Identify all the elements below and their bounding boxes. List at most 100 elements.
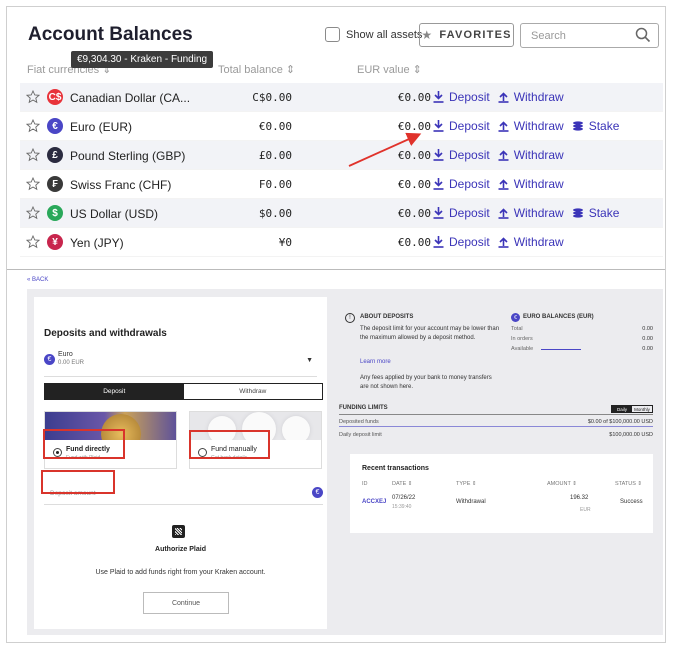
favorite-star-icon[interactable]: [26, 90, 40, 104]
euro-available-row: Available 0.00: [511, 346, 653, 352]
fund-manually-radio[interactable]: [198, 448, 207, 457]
tx-header-type[interactable]: TYPE ⇕: [456, 481, 477, 487]
deposit-link[interactable]: Deposit: [433, 206, 490, 220]
search-icon[interactable]: [635, 27, 651, 43]
euro-icon: €: [312, 487, 323, 498]
favorite-star-icon[interactable]: [26, 119, 40, 133]
daily-toggle[interactable]: Daily: [612, 406, 632, 412]
upload-icon: [498, 207, 514, 219]
row-actions: Deposit Withdraw: [433, 148, 564, 162]
withdraw-link[interactable]: Withdraw: [498, 235, 564, 249]
euro-balances-title: EURO BALANCES (EUR): [523, 314, 594, 320]
deposit-link[interactable]: Deposit: [433, 119, 490, 133]
withdraw-label: Withdraw: [513, 119, 564, 133]
download-icon: [433, 236, 449, 248]
tx-header-status[interactable]: STATUS ⇕: [615, 481, 642, 487]
fund-directly-illustration: [45, 412, 176, 454]
recent-transactions-title: Recent transactions: [362, 465, 429, 472]
stake-link[interactable]: Stake: [572, 206, 619, 220]
euro-total-label: Total: [511, 326, 523, 332]
deposited-funds-row: Deposited funds $0.00 of $100,000.00 USD: [339, 419, 653, 425]
favorite-star-icon[interactable]: [26, 206, 40, 220]
fund-manually-label: Fund manually: [211, 446, 257, 453]
favorite-star-icon[interactable]: [26, 235, 40, 249]
withdraw-link[interactable]: Withdraw: [498, 90, 564, 104]
withdraw-link[interactable]: Withdraw: [498, 148, 564, 162]
fund-directly-radio[interactable]: [53, 448, 62, 457]
favorites-button[interactable]: ★ FAVORITES: [419, 23, 514, 47]
withdraw-link[interactable]: Withdraw: [498, 119, 564, 133]
deposit-link[interactable]: Deposit: [433, 90, 490, 104]
upload-icon: [498, 178, 514, 190]
fund-manually-illustration: [190, 412, 321, 446]
row-actions: Deposit Withdraw Stake: [433, 206, 619, 220]
tx-header-date[interactable]: DATE ⇕: [392, 481, 412, 487]
total-balance: $0.00: [258, 207, 292, 220]
back-link[interactable]: « BACK: [27, 277, 48, 283]
deposit-link[interactable]: Deposit: [433, 148, 490, 162]
euro-orders-label: In orders: [511, 336, 533, 342]
chevron-down-icon: ▼: [306, 357, 313, 364]
tx-currency: EUR: [580, 507, 591, 513]
table-row: ¥ Yen (JPY) ¥0 €0.00 Deposit Withdraw: [20, 228, 663, 257]
show-all-assets-toggle[interactable]: Show all assets: [325, 27, 422, 42]
favorite-star-icon[interactable]: [26, 148, 40, 162]
currency-name[interactable]: Euro (EUR): [70, 120, 132, 134]
eur-value: €0.00: [397, 178, 431, 191]
currency-name[interactable]: Yen (JPY): [70, 236, 124, 250]
column-header-eur[interactable]: EUR value ⇕: [357, 63, 422, 76]
total-balance: €0.00: [258, 120, 292, 133]
currency-name[interactable]: Swiss Franc (CHF): [70, 178, 171, 192]
currency-icon: ¥: [47, 234, 63, 250]
currency-name: Euro: [58, 351, 73, 358]
tx-header-amount[interactable]: AMOUNT ⇕: [547, 481, 577, 487]
stake-link[interactable]: Stake: [572, 119, 619, 133]
tx-header-id[interactable]: ID: [362, 481, 368, 487]
total-balance: ¥0: [278, 236, 292, 249]
fund-manually-option[interactable]: Fund manually Get bank details: [189, 411, 322, 469]
deposit-link[interactable]: Deposit: [433, 235, 490, 249]
table-row: C$ Canadian Dollar (CA... C$0.00 €0.00 D…: [20, 83, 663, 112]
favorite-star-icon[interactable]: [26, 177, 40, 191]
fund-directly-option[interactable]: Fund directly Fund with Plaid: [44, 411, 177, 469]
row-actions: Deposit Withdraw: [433, 90, 564, 104]
recent-transactions-card: Recent transactions ID DATE ⇕ TYPE ⇕ AMO…: [350, 454, 653, 533]
tab-withdraw[interactable]: Withdraw: [183, 384, 322, 399]
currency-name[interactable]: Pound Sterling (GBP): [70, 149, 185, 163]
currency-name[interactable]: Canadian Dollar (CA...: [70, 91, 190, 105]
table-row: € Euro (EUR) €0.00 €0.00 Deposit Withdra…: [20, 112, 663, 141]
withdraw-label: Withdraw: [513, 90, 564, 104]
deposited-funds-label: Deposited funds: [339, 419, 379, 425]
show-all-checkbox[interactable]: [325, 27, 340, 42]
withdraw-link[interactable]: Withdraw: [498, 177, 564, 191]
divider: [339, 414, 653, 415]
account-balances-panel: Account Balances Show all assets ★ FAVOR…: [7, 7, 665, 275]
coins-icon: [572, 120, 589, 132]
column-header-total[interactable]: Total balance ⇕: [218, 63, 295, 76]
balances-table: C$ Canadian Dollar (CA... C$0.00 €0.00 D…: [20, 83, 663, 257]
upload-icon: [498, 120, 514, 132]
fund-directly-body: Fund directly Fund with Plaid: [45, 440, 176, 468]
search-input[interactable]: Search: [520, 23, 659, 48]
currency-select[interactable]: € Euro 0.00 EUR ▼: [44, 350, 317, 377]
currency-icon: C$: [47, 89, 63, 105]
currency-icon: $: [47, 205, 63, 221]
deposit-link[interactable]: Deposit: [433, 177, 490, 191]
learn-more-link[interactable]: Learn more: [360, 359, 391, 365]
deposit-amount-input[interactable]: Deposit amount €: [44, 483, 323, 505]
total-balance: £0.00: [258, 149, 292, 162]
withdraw-link[interactable]: Withdraw: [498, 206, 564, 220]
monthly-toggle[interactable]: Monthly: [632, 406, 652, 412]
tab-deposit[interactable]: Deposit: [45, 384, 184, 399]
plaid-logo-icon: [172, 525, 185, 538]
eur-value: €0.00: [397, 91, 431, 104]
coins-icon: [572, 207, 589, 219]
deposit-screen: Deposits and withdrawals € Euro 0.00 EUR…: [27, 289, 663, 635]
euro-total-row: Total 0.00: [511, 326, 653, 332]
continue-button[interactable]: Continue: [143, 592, 229, 614]
currency-name[interactable]: US Dollar (USD): [70, 207, 158, 221]
tx-status: Success: [620, 499, 643, 505]
about-deposits-title: ABOUT DEPOSITS: [360, 314, 414, 320]
deposit-amount-placeholder: Deposit amount: [50, 490, 96, 497]
tx-id[interactable]: ACCXEJ: [362, 499, 386, 505]
